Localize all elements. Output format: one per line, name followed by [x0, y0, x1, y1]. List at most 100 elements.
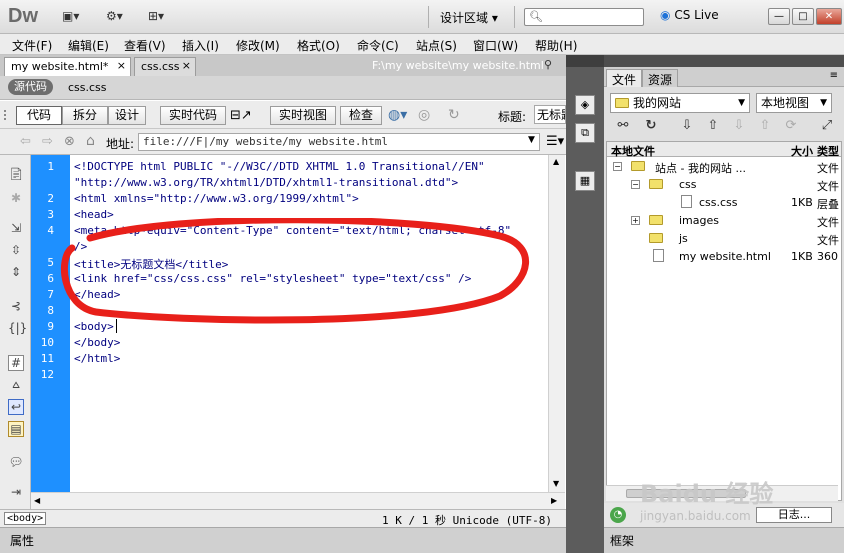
filter-icon[interactable]: ⚲	[544, 58, 552, 71]
tab-my-website[interactable]: my website.html* ×	[4, 57, 131, 76]
horizontal-scrollbar[interactable]: ◀ ▶	[31, 492, 565, 509]
column-type[interactable]: 类型	[817, 143, 839, 159]
collapse-icon[interactable]: −	[631, 180, 640, 189]
line-numbers-icon[interactable]: #	[8, 355, 24, 371]
minimize-button[interactable]: —	[768, 8, 790, 25]
comment-icon[interactable]: 💬︎	[8, 455, 24, 471]
open-documents-icon[interactable]: 📄︎	[8, 167, 24, 183]
file-row[interactable]: − css 文件	[607, 176, 841, 194]
menu-insert[interactable]: 插入(I)	[182, 37, 219, 54]
file-row[interactable]: − 站点 - 我的网站 ... 文件	[607, 158, 841, 176]
close-tab-icon[interactable]: ×	[117, 59, 126, 72]
properties-label[interactable]: 属性	[10, 532, 34, 549]
workspace-switcher[interactable]: 设计区域 ▾	[440, 9, 498, 26]
code-line[interactable]: </body>	[74, 336, 120, 349]
scroll-right-icon[interactable]: ▶	[551, 496, 557, 505]
show-code-nav-icon[interactable]: ✱	[8, 191, 24, 207]
related-file-link[interactable]: css.css	[68, 81, 107, 94]
search-input[interactable]: 🔍︎	[524, 8, 644, 26]
ap-elements-icon[interactable]: ▦	[575, 171, 595, 191]
indent-icon[interactable]: ⇥	[8, 485, 24, 501]
menu-commands[interactable]: 命令(C)	[357, 37, 399, 54]
highlight-invalid-icon[interactable]: ⩟	[8, 377, 24, 393]
code-line[interactable]: </html>	[74, 352, 120, 365]
address-input[interactable]: file:///F|/my website/my website.html	[138, 133, 540, 151]
select-parent-tag-icon[interactable]: ⊰	[8, 299, 24, 315]
chevron-down-icon: ▼	[820, 98, 827, 108]
menu-window[interactable]: 窗口(W)	[473, 37, 518, 54]
menu-modify[interactable]: 修改(M)	[236, 37, 280, 54]
code-line[interactable]: <!DOCTYPE html PUBLIC "-//W3C//DTD XHTML…	[74, 160, 485, 173]
menu-format[interactable]: 格式(O)	[297, 37, 340, 54]
forward-icon[interactable]: ⇨	[42, 134, 53, 149]
collapse-selection-icon[interactable]: ⇳	[8, 243, 24, 259]
browser-compat-icon[interactable]: ⊟↗	[230, 108, 252, 123]
file-row[interactable]: css.css 1KB 层叠	[607, 194, 841, 212]
view-select[interactable]: 本地视图 ▼	[756, 93, 832, 113]
file-row[interactable]: my website.html 1KB 360	[607, 248, 841, 266]
connect-icon[interactable]: ⚯	[614, 117, 632, 135]
live-view-button[interactable]: 实时视图	[270, 106, 336, 125]
tab-files[interactable]: 文件	[606, 69, 643, 87]
column-name[interactable]: 本地文件	[611, 143, 655, 159]
put-files-icon[interactable]: ⇧	[704, 117, 722, 135]
site-icon[interactable]: ⊞▾	[148, 9, 164, 25]
menu-view[interactable]: 查看(V)	[124, 37, 166, 54]
scroll-up-icon[interactable]: ▲	[553, 157, 559, 166]
syntax-coloring-icon[interactable]: ▤	[8, 421, 24, 437]
refresh-icon[interactable]: ↻	[642, 117, 660, 135]
file-row[interactable]: + images 文件	[607, 212, 841, 230]
get-files-icon[interactable]: ⇩	[678, 117, 696, 135]
expand-icon[interactable]: +	[631, 216, 640, 225]
synchronize-icon[interactable]: ⟳	[782, 117, 800, 135]
word-wrap-icon[interactable]: ↩	[8, 399, 24, 415]
check-in-icon[interactable]: ⇧	[756, 117, 774, 135]
frames-label[interactable]: 框架	[610, 532, 634, 549]
code-line[interactable]: <html xmlns="http://www.w3.org/1999/xhtm…	[74, 192, 359, 205]
live-code-button[interactable]: 实时代码	[160, 106, 226, 125]
menu-site[interactable]: 站点(S)	[416, 37, 457, 54]
tag-selector[interactable]: <body>	[4, 512, 47, 525]
code-line[interactable]: "http://www.w3.org/TR/xhtml1/DTD/xhtml1-…	[74, 176, 458, 189]
vertical-scrollbar[interactable]: ▲ ▼	[548, 155, 565, 492]
balance-braces-icon[interactable]: {|}	[8, 321, 27, 337]
check-out-icon[interactable]: ⇩	[730, 117, 748, 135]
tab-css[interactable]: css.css ×	[134, 57, 196, 76]
layout-icon[interactable]: ▣▾	[62, 9, 79, 25]
expand-panel-icon[interactable]: ⤢	[818, 117, 836, 135]
stop-icon[interactable]: ⊗	[64, 134, 75, 149]
inspect-button[interactable]: 检查	[340, 106, 382, 125]
close-button[interactable]: ✕	[816, 8, 842, 25]
split-view-button[interactable]: 拆分	[62, 106, 108, 125]
source-code-button[interactable]: 源代码	[8, 79, 53, 95]
home-icon[interactable]: ⌂	[86, 133, 95, 149]
panel-menu-icon[interactable]: ≡	[830, 70, 838, 81]
file-row[interactable]: js 文件	[607, 230, 841, 248]
scroll-down-icon[interactable]: ▼	[553, 479, 559, 488]
back-icon[interactable]: ⇦	[20, 134, 31, 149]
menu-edit[interactable]: 编辑(E)	[68, 37, 109, 54]
tab-assets[interactable]: 资源	[642, 69, 679, 87]
css-panel-icon[interactable]: ⧉	[575, 123, 595, 143]
design-view-button[interactable]: 设计	[108, 106, 146, 125]
restore-button[interactable]: □	[792, 8, 814, 25]
site-select[interactable]: 我的网站 ▼	[610, 93, 750, 113]
scroll-left-icon[interactable]: ◀	[34, 496, 40, 505]
expand-all-icon[interactable]: ⇕	[8, 265, 24, 281]
globe-icon[interactable]: ◍▾	[388, 107, 407, 123]
options-icon[interactable]: ☰▾	[546, 134, 564, 149]
cs-live-button[interactable]: ◉ CS Live	[660, 8, 719, 22]
insert-panel-icon[interactable]: ◈	[575, 95, 595, 115]
menu-help[interactable]: 帮助(H)	[535, 37, 577, 54]
menu-file[interactable]: 文件(F)	[12, 37, 52, 54]
chevron-down-icon[interactable]: ▼	[528, 135, 535, 145]
collapse-tag-icon[interactable]: ⇲	[8, 221, 24, 237]
close-tab-icon[interactable]: ×	[182, 59, 191, 72]
collapse-icon[interactable]: −	[613, 162, 622, 171]
gear-icon[interactable]: ⚙▾	[106, 9, 123, 25]
refresh-icon[interactable]: ↻	[448, 107, 460, 123]
preview-icon[interactable]: ◎	[418, 107, 430, 123]
code-view-button[interactable]: 代码	[16, 106, 62, 125]
title-input[interactable]: 无标题	[534, 105, 566, 124]
column-size[interactable]: 大小	[791, 143, 813, 159]
